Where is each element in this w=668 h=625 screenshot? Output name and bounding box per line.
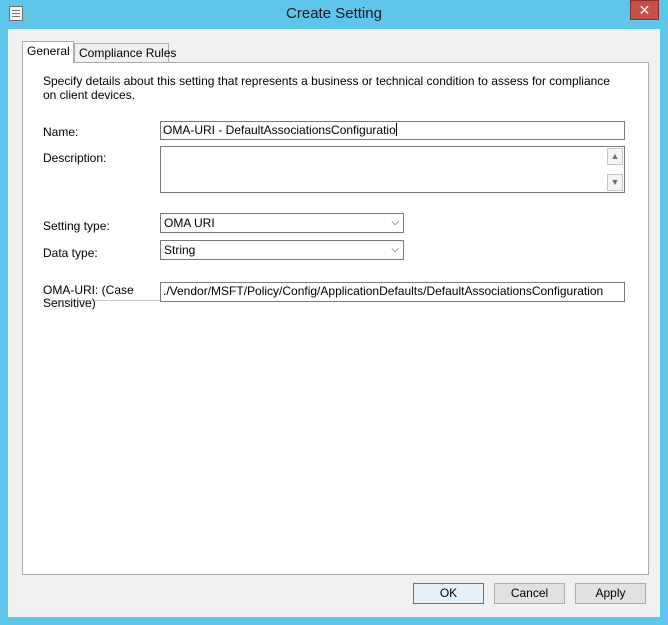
window-title: Create Setting xyxy=(286,5,382,22)
name-label: Name: xyxy=(43,125,79,139)
chevron-up-icon[interactable]: ▲ xyxy=(607,148,623,165)
title-bar[interactable]: Create Setting ✕ xyxy=(0,0,668,28)
create-setting-window: Create Setting ✕ General Compliance Rule… xyxy=(0,0,668,625)
tab-compliance-rules[interactable]: Compliance Rules xyxy=(74,43,176,63)
name-input[interactable]: OMA-URI - DefaultAssociationsConfigurati… xyxy=(160,121,625,140)
apply-button[interactable]: Apply xyxy=(575,583,646,604)
data-type-label: Data type: xyxy=(43,246,98,260)
tab-general[interactable]: General xyxy=(22,41,74,63)
text-caret xyxy=(395,123,397,136)
description-label: Description: xyxy=(43,151,107,165)
name-input-value: OMA-URI - DefaultAssociationsConfigurati… xyxy=(163,123,396,137)
setting-type-value: OMA URI xyxy=(164,216,215,230)
oma-uri-label-block: OMA-URI: (Case Sensitive) xyxy=(43,284,134,310)
chevron-down-icon: ⌵ xyxy=(391,217,399,228)
description-input[interactable]: ▲ ▼ xyxy=(160,146,625,193)
chevron-down-icon: ⌵ xyxy=(391,244,399,255)
intro-text: Specify details about this setting that … xyxy=(43,74,610,102)
chevron-down-icon[interactable]: ▼ xyxy=(607,174,623,191)
ok-button[interactable]: OK xyxy=(413,583,484,604)
oma-uri-value: ./Vendor/MSFT/Policy/Config/ApplicationD… xyxy=(163,284,604,298)
oma-uri-label-line2: Sensitive) xyxy=(43,296,96,310)
close-icon: ✕ xyxy=(638,2,651,18)
cancel-button[interactable]: Cancel xyxy=(494,583,565,604)
data-type-select[interactable]: String ⌵ xyxy=(160,240,404,260)
setting-type-select[interactable]: OMA URI ⌵ xyxy=(160,213,404,233)
close-button[interactable]: ✕ xyxy=(630,0,659,20)
dialog-body: General Compliance Rules Specify details… xyxy=(8,29,660,617)
setting-type-label: Setting type: xyxy=(43,219,110,233)
oma-uri-input[interactable]: ./Vendor/MSFT/Policy/Config/ApplicationD… xyxy=(160,282,625,302)
general-tab-panel: Specify details about this setting that … xyxy=(22,62,649,575)
data-type-value: String xyxy=(164,243,196,257)
